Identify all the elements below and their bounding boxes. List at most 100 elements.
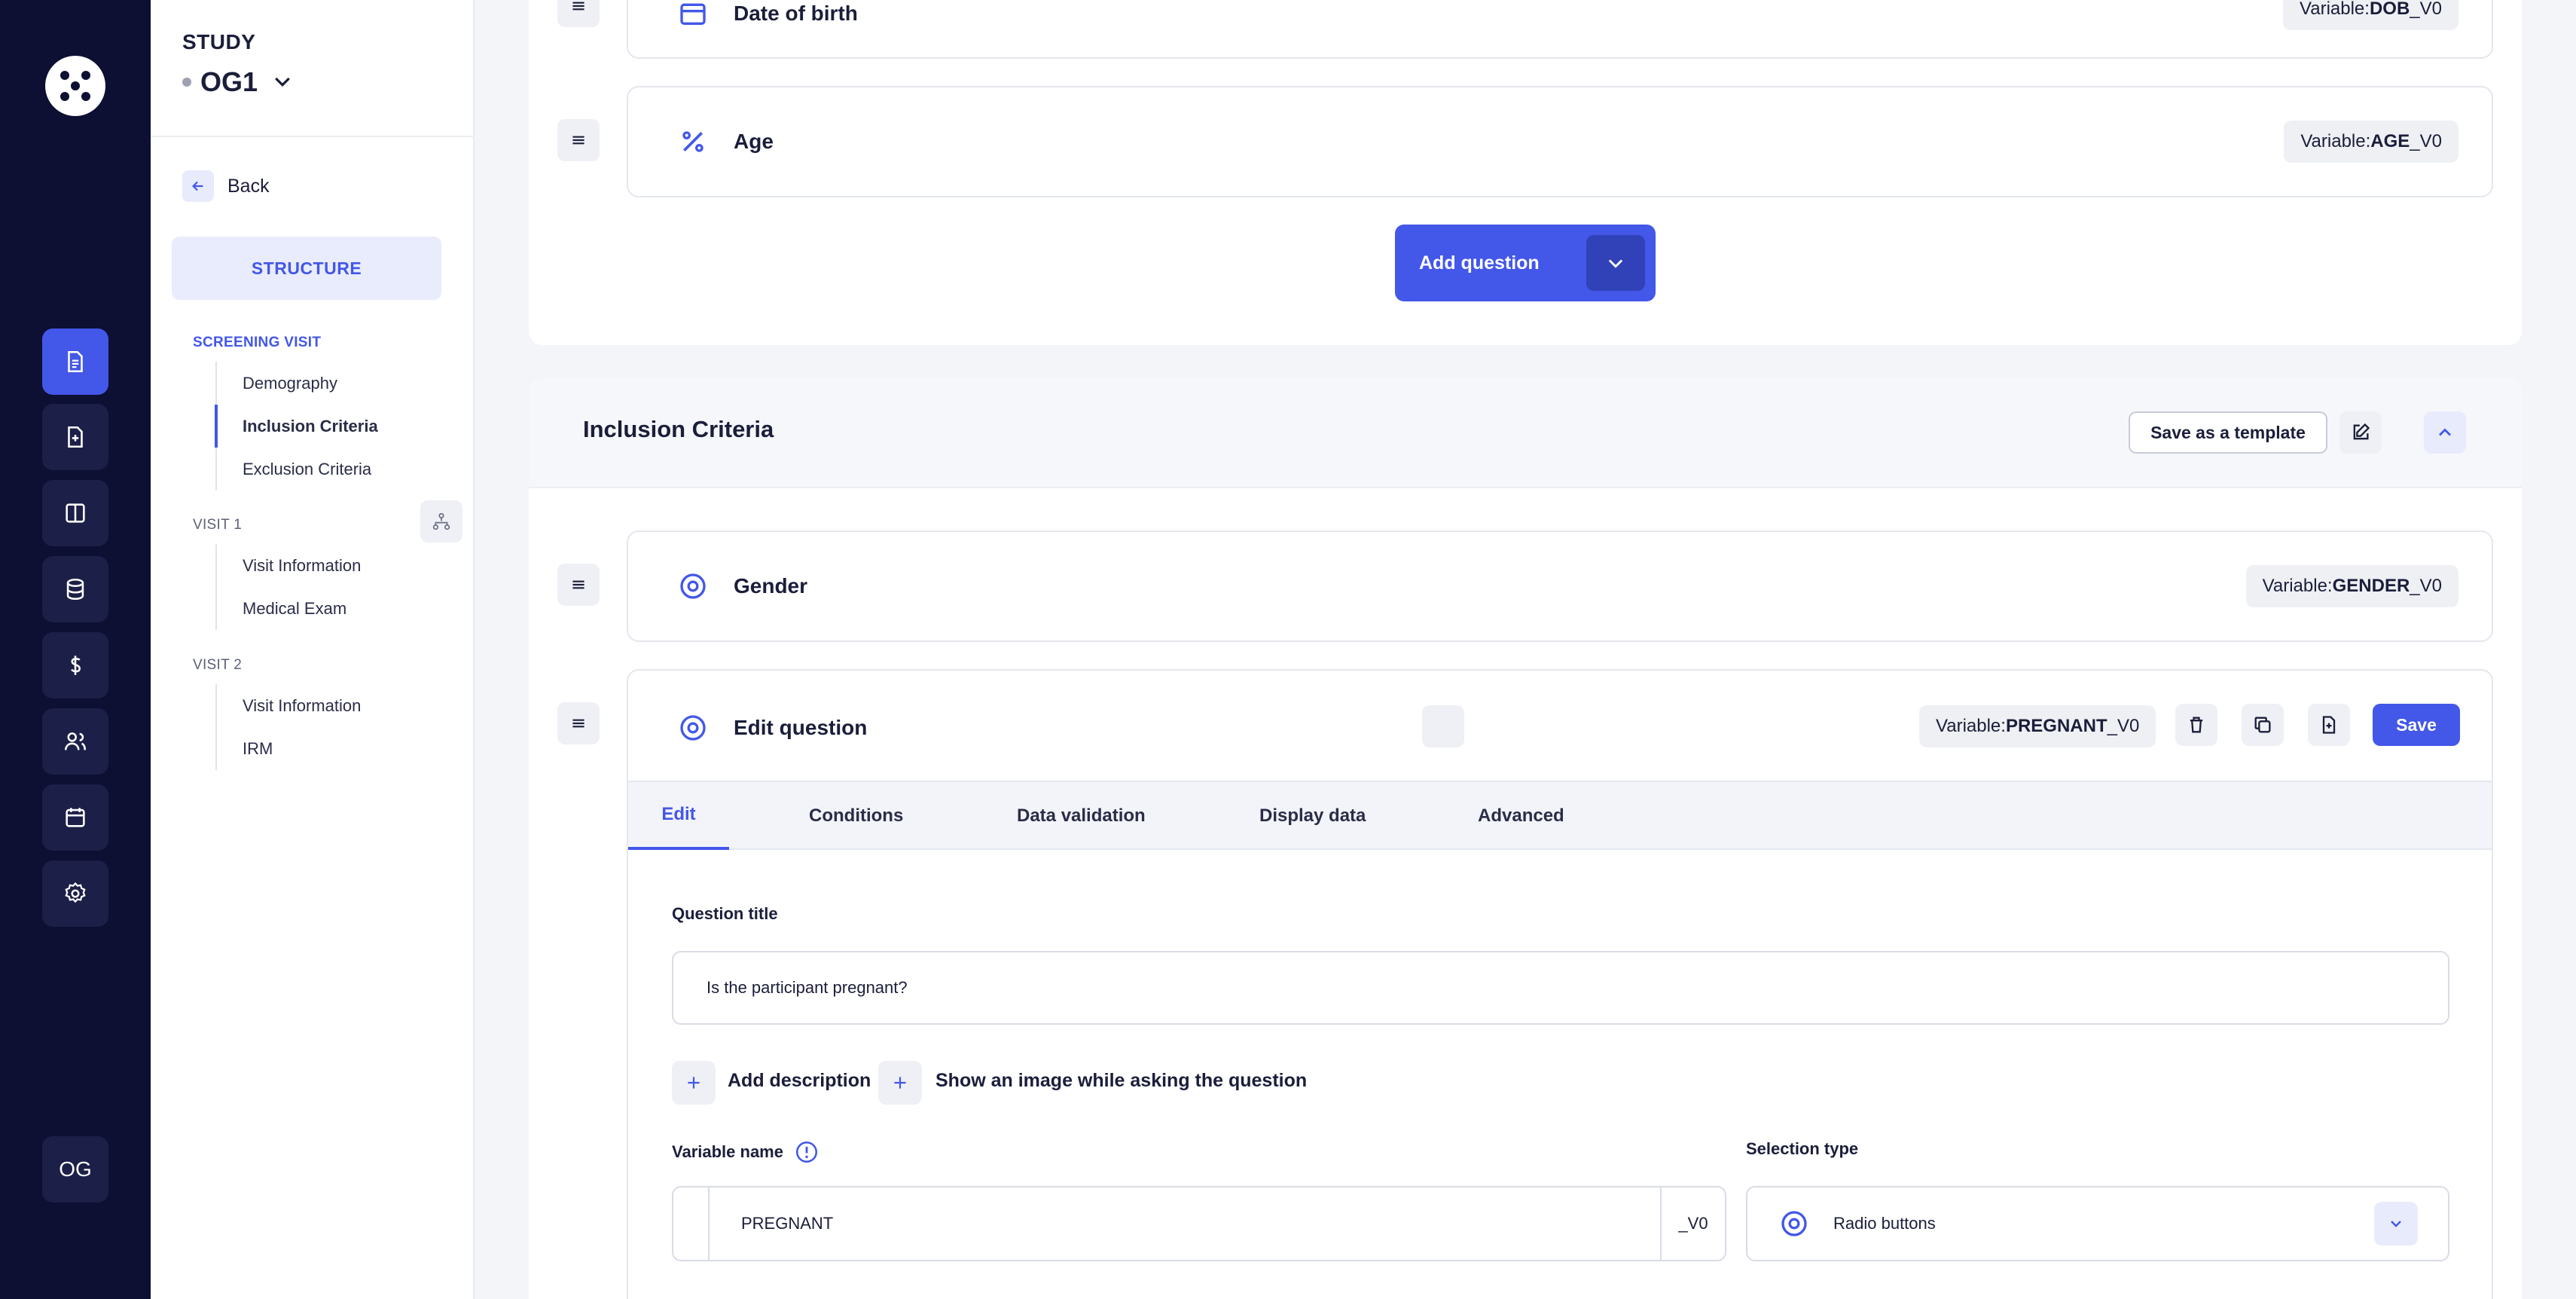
tab-data-validation[interactable]: Data validation: [1017, 782, 1146, 850]
question-title-row: Gender: [678, 571, 807, 601]
variable-prefix: Variable:: [1936, 716, 2006, 736]
nav-billing-button[interactable]: [42, 632, 108, 698]
variable-prefix: Variable:: [2300, 0, 2370, 19]
variable-name-label-text: Variable name: [672, 1142, 783, 1161]
database-icon: [66, 578, 84, 601]
duplicate-question-button[interactable]: [2242, 704, 2284, 746]
question-title-row: Age: [678, 127, 774, 157]
add-description-label[interactable]: Add description: [728, 1070, 871, 1092]
sidebar-item-irm[interactable]: IRM: [217, 727, 441, 770]
add-description-button[interactable]: [672, 1061, 716, 1105]
question-title: Gender: [734, 574, 808, 598]
save-button[interactable]: Save: [2373, 704, 2460, 746]
save-question-template-button[interactable]: [2308, 704, 2350, 746]
radio-icon: [680, 573, 706, 599]
user-avatar[interactable]: OG: [42, 1136, 108, 1203]
sidebar-item-inclusion-criteria[interactable]: Inclusion Criteria: [215, 405, 441, 448]
study-selector[interactable]: OG1: [182, 66, 294, 98]
variable-name-field[interactable]: PREGNANT _V0: [672, 1186, 1726, 1261]
nav-database-button[interactable]: [42, 556, 108, 622]
percent-icon: [682, 131, 704, 152]
drag-handle[interactable]: [557, 702, 600, 744]
question-title-row: Date of birth: [678, 0, 858, 29]
question-title-value: Is the participant pregnant?: [707, 978, 908, 997]
drag-lines-icon: [572, 2, 584, 11]
visit-label-visit-2[interactable]: VISIT 2: [193, 657, 242, 674]
trash-icon: [2190, 717, 2203, 733]
section-header: Inclusion Criteria Save as a template: [529, 378, 2522, 488]
app-logo-icon[interactable]: [42, 53, 108, 119]
drag-lines-icon: [572, 136, 584, 145]
gear-icon: [65, 882, 86, 903]
question-tabs: Edit Conditions Data validation Display …: [628, 781, 2492, 850]
selection-type-label: Selection type: [1746, 1139, 1859, 1158]
document-icon: [68, 350, 83, 373]
nav-layout-button[interactable]: [42, 480, 108, 546]
tab-advanced[interactable]: Advanced: [1478, 782, 1564, 850]
plus-icon: [688, 1077, 700, 1089]
question-title-label: Question title: [672, 904, 778, 923]
variable-prefix-box: [673, 1187, 710, 1260]
sidebar-item-visit-information[interactable]: Visit Information: [217, 684, 441, 727]
dollar-icon: [71, 656, 81, 675]
selection-type-value: Radio buttons: [1833, 1214, 1936, 1233]
nav-forms-button[interactable]: [42, 329, 108, 395]
visit-label-visit-1[interactable]: VISIT 1: [193, 517, 242, 533]
sidebar-item-medical-exam[interactable]: Medical Exam: [217, 587, 441, 630]
sidebar-item-demography[interactable]: Demography: [217, 362, 441, 405]
show-image-label[interactable]: Show an image while asking the question: [935, 1070, 1307, 1092]
tab-edit[interactable]: Edit: [628, 782, 729, 850]
drag-lines-icon: [572, 580, 584, 589]
file-plus-icon: [68, 426, 83, 448]
drag-handle[interactable]: [557, 119, 600, 161]
tab-display-data[interactable]: Display data: [1259, 782, 1366, 850]
drag-handle[interactable]: [557, 564, 600, 606]
info-icon[interactable]: [794, 1139, 819, 1165]
nav-users-button[interactable]: [42, 708, 108, 775]
status-dot: [182, 78, 191, 87]
selection-type-select[interactable]: Radio buttons: [1746, 1186, 2449, 1261]
variable-badge: Variable: DOB _V0: [2283, 0, 2458, 30]
study-sidebar: STUDY OG1 Back STRUCTURE SCREENING VISIT…: [151, 0, 475, 1299]
question-title-input[interactable]: Is the participant pregnant?: [672, 951, 2449, 1025]
variable-name-value: PREGNANT: [741, 1214, 834, 1233]
variable-suffix: _V0: [2410, 0, 2442, 19]
add-question-label: Add question: [1419, 252, 1540, 274]
selection-type-dropdown-button[interactable]: [2374, 1202, 2418, 1246]
nav-settings-button[interactable]: [42, 860, 108, 927]
question-card-dob[interactable]: Date of birth Variable: DOB _V0: [627, 0, 2493, 59]
visit-label-screening[interactable]: SCREENING VISIT: [193, 335, 321, 351]
chevron-down-icon: [2391, 1221, 2401, 1227]
save-as-template-button[interactable]: Save as a template: [2129, 411, 2327, 454]
variable-badge: Variable: AGE _V0: [2284, 121, 2458, 163]
collapse-section-button[interactable]: [2424, 411, 2466, 454]
tab-conditions[interactable]: Conditions: [809, 782, 903, 850]
delete-question-button[interactable]: [2175, 704, 2217, 746]
question-card-age[interactable]: Age Variable: AGE _V0: [627, 86, 2493, 197]
radio-icon: [1781, 1211, 1807, 1236]
app-rail: OG: [0, 0, 151, 1299]
variable-suffix: _V0: [2107, 716, 2140, 736]
question-card-gender[interactable]: Gender Variable: GENDER _V0: [627, 530, 2493, 642]
structure-tab[interactable]: STRUCTURE: [172, 237, 441, 300]
visit-tree-visit-2: Visit Information IRM: [215, 684, 441, 770]
question-title: Edit question: [734, 716, 868, 739]
chevron-down-icon: [275, 77, 290, 87]
tree-view-button[interactable]: [420, 500, 462, 543]
columns-icon: [66, 503, 85, 523]
nav-calendar-button[interactable]: [42, 784, 108, 851]
sidebar-item-visit-information[interactable]: Visit Information: [217, 544, 441, 587]
nav-add-document-button[interactable]: [42, 404, 108, 470]
sidebar-item-exclusion-criteria[interactable]: Exclusion Criteria: [217, 448, 441, 491]
hierarchy-icon: [432, 512, 450, 530]
calendar-icon: [66, 808, 85, 827]
radio-icon: [680, 715, 706, 741]
back-button[interactable]: Back: [182, 170, 270, 202]
placeholder: [1422, 705, 1464, 747]
drag-handle[interactable]: [557, 0, 600, 27]
add-question-menu-button[interactable]: [1586, 235, 1645, 291]
edit-section-button[interactable]: [2339, 411, 2382, 454]
add-question-button[interactable]: Add question: [1395, 225, 1656, 301]
show-image-button[interactable]: [878, 1061, 922, 1105]
variable-suffix: _V0: [2410, 576, 2442, 596]
